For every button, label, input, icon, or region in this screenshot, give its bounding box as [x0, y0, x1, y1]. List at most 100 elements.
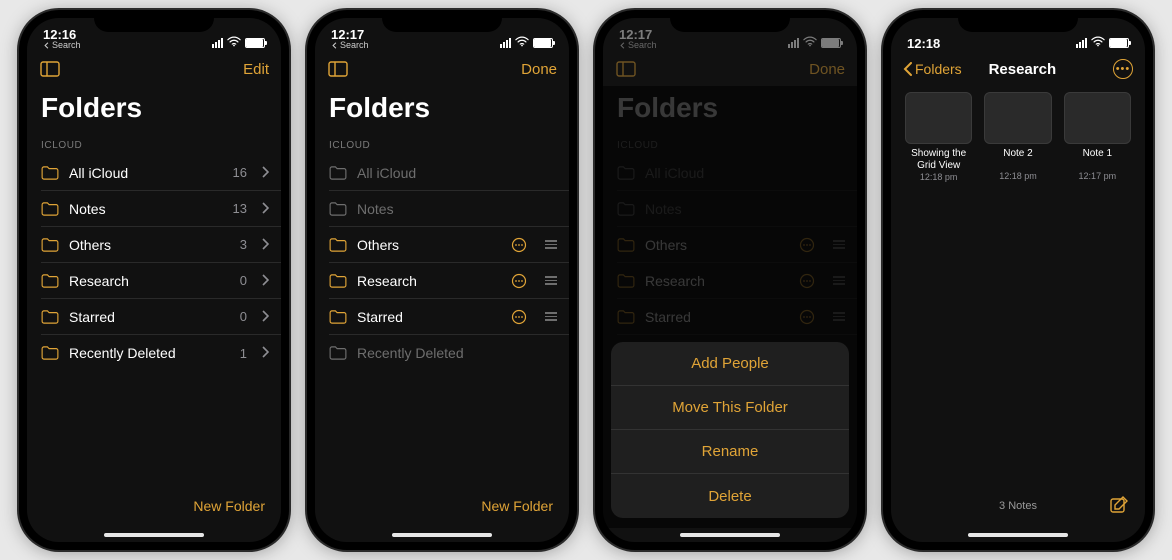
folder-count: 13	[233, 201, 247, 216]
folder-label: Starred	[69, 309, 230, 325]
home-indicator[interactable]	[315, 528, 569, 542]
folder-label: Notes	[69, 201, 223, 217]
edit-button[interactable]: Edit	[219, 61, 269, 78]
action-sheet: Add PeopleMove This FolderRenameDelete	[611, 342, 849, 518]
chevron-right-icon	[261, 201, 269, 217]
drag-handle-icon[interactable]	[545, 240, 557, 249]
folder-row[interactable]: All iCloud16	[41, 155, 281, 191]
status-right	[212, 36, 265, 50]
folder-label: Others	[357, 237, 501, 253]
back-button[interactable]: Folders	[903, 61, 962, 77]
note-card[interactable]: Note 212:18 pm	[984, 92, 1051, 182]
folder-row[interactable]: Starred	[329, 299, 569, 335]
notes-grid: Showing the Grid View12:18 pmNote 212:18…	[891, 86, 1145, 188]
drag-handle-icon[interactable]	[545, 276, 557, 285]
screen: 12:17 Search Done	[603, 18, 857, 542]
status-back-search[interactable]: Search	[43, 41, 81, 50]
folder-label: Research	[357, 273, 501, 289]
folder-row[interactable]: Recently Deleted1	[41, 335, 281, 371]
signal-icon	[500, 38, 511, 48]
columns-icon[interactable]	[39, 60, 61, 78]
battery-icon	[821, 38, 841, 48]
signal-icon	[1076, 38, 1087, 48]
folder-list: All iCloud16Notes13Others3Research0Starr…	[41, 155, 281, 371]
folder-row[interactable]: Others3	[41, 227, 281, 263]
wifi-icon	[1091, 36, 1105, 50]
sheet-item[interactable]: Add People	[611, 342, 849, 386]
new-folder-button[interactable]: New Folder	[481, 498, 553, 514]
bottom-bar: 3 Notes	[891, 484, 1145, 528]
screen: 12:18 Folders Research •••	[891, 18, 1145, 542]
done-button[interactable]: Done	[795, 61, 845, 78]
home-indicator[interactable]	[27, 528, 281, 542]
chevron-right-icon	[261, 309, 269, 325]
status-back-label: Search	[628, 41, 657, 50]
phone-1: 12:16 Search Edit	[19, 10, 289, 550]
folder-list: All iCloud Notes Others Research Starred Rece…	[329, 155, 569, 371]
sheet-item[interactable]: Delete	[611, 474, 849, 518]
columns-icon[interactable]	[327, 60, 349, 78]
row-more-button[interactable]	[511, 309, 527, 325]
status-back-label: Search	[52, 41, 81, 50]
notch	[94, 10, 214, 32]
page-title: Folders	[315, 86, 569, 134]
bottom-bar: New Folder	[315, 484, 569, 528]
sheet-item[interactable]: Move This Folder	[611, 386, 849, 430]
status-back-label: Search	[340, 41, 369, 50]
notch	[958, 10, 1078, 32]
status-back-search[interactable]: Search	[619, 41, 657, 50]
folder-row: Recently Deleted	[329, 335, 569, 371]
chevron-right-icon	[261, 345, 269, 361]
battery-icon	[1109, 38, 1129, 48]
body: Folders ICLOUD All iCloud16 Notes 13 Others…	[27, 86, 281, 484]
status-time: 12:18	[907, 37, 940, 50]
notes-count: 3 Notes	[999, 500, 1037, 512]
folder-row[interactable]: Notes 13	[41, 191, 281, 227]
phone-4: 12:18 Folders Research •••	[883, 10, 1153, 550]
section-label: ICLOUD	[27, 134, 281, 155]
row-more-button[interactable]	[511, 237, 527, 253]
folder-label: Starred	[357, 309, 501, 325]
nav-bar: Done	[315, 52, 569, 86]
note-thumbnail	[905, 92, 972, 144]
folder-row[interactable]: Starred 0	[41, 299, 281, 335]
drag-handle-icon[interactable]	[545, 312, 557, 321]
note-card[interactable]: Showing the Grid View12:18 pm	[905, 92, 972, 182]
compose-button[interactable]	[1109, 495, 1129, 518]
sheet-item[interactable]: Rename	[611, 430, 849, 474]
battery-icon	[245, 38, 265, 48]
notch	[382, 10, 502, 32]
folder-count: 1	[240, 346, 247, 361]
note-title: Showing the Grid View	[905, 148, 972, 171]
folder-row: Notes	[329, 191, 569, 227]
page-title: Folders	[27, 86, 281, 134]
folder-row[interactable]: Others	[329, 227, 569, 263]
signal-icon	[788, 38, 799, 48]
status-right	[788, 36, 841, 50]
new-folder-button[interactable]: New Folder	[193, 498, 265, 514]
back-label: Folders	[915, 61, 962, 77]
columns-icon	[615, 60, 637, 78]
folder-label: Recently Deleted	[357, 345, 557, 361]
folder-row[interactable]: Research	[329, 263, 569, 299]
status-back-search[interactable]: Search	[331, 41, 369, 50]
folder-count: 0	[240, 309, 247, 324]
home-indicator[interactable]	[891, 528, 1145, 542]
folder-row: All iCloud	[329, 155, 569, 191]
folder-label: Others	[69, 237, 230, 253]
nav-bar: Edit	[27, 52, 281, 86]
note-title: Note 2	[1003, 148, 1032, 170]
section-label: ICLOUD	[315, 134, 569, 155]
done-button[interactable]: Done	[507, 61, 557, 78]
home-indicator[interactable]	[603, 528, 857, 542]
note-time: 12:18 pm	[920, 172, 958, 182]
note-time: 12:17 pm	[1079, 171, 1117, 181]
body: Showing the Grid View12:18 pmNote 212:18…	[891, 86, 1145, 484]
folder-label: All iCloud	[357, 165, 557, 181]
row-more-button[interactable]	[511, 273, 527, 289]
battery-icon	[533, 38, 553, 48]
more-button[interactable]: •••	[1113, 59, 1133, 79]
folder-row[interactable]: Research0	[41, 263, 281, 299]
note-card[interactable]: Note 112:17 pm	[1064, 92, 1131, 182]
folder-count: 16	[233, 165, 247, 180]
